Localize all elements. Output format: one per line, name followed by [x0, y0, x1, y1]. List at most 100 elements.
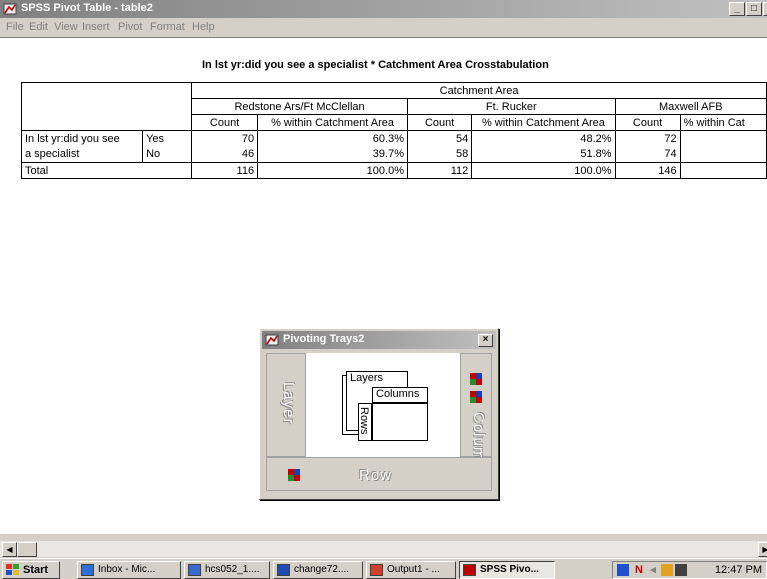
- pivot-icon-catchment-area[interactable]: [469, 390, 483, 404]
- table-cell[interactable]: 46: [191, 146, 259, 163]
- crosstab-table[interactable]: Catchment Area Redstone Ars/Ft McClellan…: [20, 82, 767, 179]
- table-cell[interactable]: 112: [406, 162, 473, 179]
- task-spss-pivot[interactable]: SPSS Pivo...: [459, 561, 555, 579]
- norton-icon[interactable]: N: [633, 564, 645, 576]
- spss-pivot-window: SPSS Pivot Table - table2 _ □ x File Edi…: [0, 0, 767, 579]
- layer-tray[interactable]: Layer: [266, 353, 306, 457]
- table-cell[interactable]: 60.3%: [257, 130, 408, 147]
- taskbar: Start Inbox - Mic... hcs052_1.... change…: [0, 558, 767, 579]
- column-dimension-header[interactable]: Catchment Area: [191, 82, 767, 99]
- task-change72[interactable]: change72....: [273, 561, 363, 579]
- close-button[interactable]: x: [763, 2, 767, 16]
- menu-format[interactable]: Format: [150, 21, 185, 33]
- task-label: Output1 - ...: [387, 564, 440, 575]
- stat-header-count[interactable]: Count: [614, 114, 681, 131]
- table-cell[interactable]: 74: [614, 146, 681, 163]
- table-cell[interactable]: 39.7%: [257, 146, 408, 163]
- task-label: change72....: [294, 564, 350, 575]
- menu-bar: File Edit View Insert Pivot Format Help: [0, 18, 767, 38]
- table-cell[interactable]: [679, 162, 767, 179]
- row-category-label[interactable]: Yes: [142, 130, 193, 147]
- table-row: In lst yr:did you see Yes 70 60.3% 54 48…: [20, 130, 767, 147]
- maximize-button[interactable]: □: [746, 2, 762, 16]
- stat-header-percent[interactable]: % within Catchment Area: [471, 114, 616, 131]
- scroll-right-button[interactable]: ▶: [758, 542, 767, 557]
- diagram-data-box: [372, 403, 428, 441]
- row-dimension-label[interactable]: a specialist: [20, 146, 144, 163]
- windows-flag-icon: [6, 564, 19, 575]
- task-label: hcs052_1....: [205, 564, 260, 575]
- table-cell[interactable]: [679, 146, 767, 163]
- row-tray-label: Row: [359, 467, 393, 484]
- table-cell[interactable]: 100.0%: [257, 162, 408, 179]
- diagram-columns-label: Columns: [372, 387, 428, 403]
- spreadsheet-icon: [188, 564, 201, 576]
- menu-file[interactable]: File: [6, 21, 24, 33]
- menu-insert[interactable]: Insert: [82, 21, 110, 33]
- pivot-diagram: Layers Columns Rows: [306, 353, 460, 457]
- table-row: a specialist No 46 39.7% 58 51.8% 74: [20, 146, 767, 163]
- monitor-icon[interactable]: [675, 564, 687, 576]
- table-title[interactable]: In lst yr:did you see a specialist * Cat…: [202, 59, 549, 71]
- stat-header-count[interactable]: Count: [191, 114, 259, 131]
- spss-app-icon: [463, 564, 476, 576]
- diagram-rows-label: Rows: [358, 407, 370, 435]
- tray-area: Layer Layers Columns Rows Column Row: [266, 353, 492, 493]
- spss-app-icon: [3, 3, 17, 15]
- task-label: SPSS Pivo...: [480, 564, 539, 575]
- menu-help[interactable]: Help: [192, 21, 215, 33]
- task-hcs052[interactable]: hcs052_1....: [184, 561, 270, 579]
- menu-view[interactable]: View: [54, 21, 78, 33]
- column-tray[interactable]: Column: [460, 353, 492, 470]
- table-cell[interactable]: 48.2%: [471, 130, 616, 147]
- pivoting-trays-dialog: Pivoting Trays2 × Layer Layers Columns R…: [259, 328, 499, 500]
- stat-header-percent[interactable]: % within Catchment Area: [257, 114, 408, 131]
- area-header-rucker[interactable]: Ft. Rucker: [406, 98, 616, 115]
- title-bar[interactable]: SPSS Pivot Table - table2 _ □ x: [0, 0, 767, 18]
- diagram-rows-box: Rows: [358, 403, 372, 441]
- start-button[interactable]: Start: [2, 561, 60, 579]
- table-cell[interactable]: 100.0%: [471, 162, 616, 179]
- row-tray[interactable]: Row: [266, 457, 492, 491]
- task-output1[interactable]: Output1 - ...: [366, 561, 456, 579]
- pivot-icon-statistics[interactable]: [469, 372, 483, 386]
- trays-close-button[interactable]: ×: [478, 334, 493, 347]
- scroll-thumb[interactable]: [17, 542, 37, 557]
- task-inbox[interactable]: Inbox - Mic...: [77, 561, 181, 579]
- window-title: SPSS Pivot Table - table2: [21, 2, 153, 14]
- table-cell[interactable]: 146: [614, 162, 681, 179]
- task-label: Inbox - Mic...: [98, 564, 156, 575]
- menu-edit[interactable]: Edit: [29, 21, 48, 33]
- scroll-left-button[interactable]: ◀: [2, 542, 17, 557]
- word-icon: [277, 564, 290, 576]
- table-cell[interactable]: 70: [191, 130, 259, 147]
- trays-title: Pivoting Trays2: [283, 333, 365, 345]
- shield-icon[interactable]: [661, 564, 673, 576]
- corner-cell: [20, 82, 193, 131]
- pivot-icon-specialist[interactable]: [287, 468, 301, 482]
- table-cell[interactable]: [679, 130, 767, 147]
- system-tray: N ◂ 12:47 PM: [612, 561, 767, 579]
- stat-header-count[interactable]: Count: [406, 114, 473, 131]
- total-label[interactable]: Total: [20, 162, 193, 179]
- trays-title-bar[interactable]: Pivoting Trays2: [262, 331, 496, 349]
- stat-header-percent[interactable]: % within Cat: [679, 114, 767, 131]
- table-row: Total 116 100.0% 112 100.0% 146: [20, 162, 767, 179]
- menu-pivot[interactable]: Pivot: [118, 21, 142, 33]
- network-icon[interactable]: [617, 564, 629, 576]
- outlook-icon: [81, 564, 94, 576]
- volume-icon[interactable]: ◂: [647, 564, 659, 576]
- layer-tray-label: Layer: [280, 382, 297, 425]
- table-cell[interactable]: 72: [614, 130, 681, 147]
- table-cell[interactable]: 58: [406, 146, 473, 163]
- area-header-maxwell[interactable]: Maxwell AFB: [614, 98, 767, 115]
- table-cell[interactable]: 54: [406, 130, 473, 147]
- clock[interactable]: 12:47 PM: [715, 564, 762, 576]
- minimize-button[interactable]: _: [729, 2, 745, 16]
- row-dimension-label[interactable]: In lst yr:did you see: [20, 130, 144, 147]
- table-cell[interactable]: 51.8%: [471, 146, 616, 163]
- area-header-redstone[interactable]: Redstone Ars/Ft McClellan: [191, 98, 408, 115]
- horizontal-scrollbar[interactable]: ◀ ▶: [0, 540, 767, 557]
- table-cell[interactable]: 116: [191, 162, 259, 179]
- row-category-label[interactable]: No: [142, 146, 193, 163]
